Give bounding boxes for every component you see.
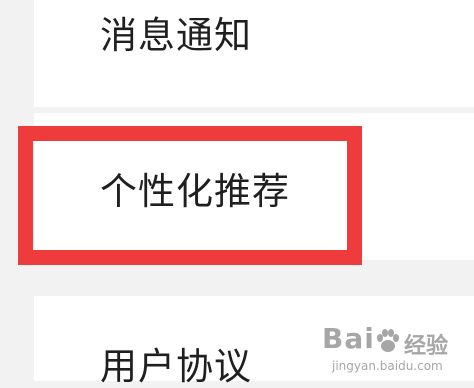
settings-item-notifications[interactable]: 消息通知 xyxy=(34,0,474,107)
settings-item-label: 个性化推荐 xyxy=(100,170,290,213)
settings-item-personalized-recommendation[interactable]: 个性化推荐 xyxy=(34,113,474,260)
watermark-domain-text: jingyan.baidu.com xyxy=(332,359,443,373)
settings-item-label: 用户协议 xyxy=(100,345,252,388)
watermark-logo-text: Bai xyxy=(322,322,375,355)
paw-icon xyxy=(377,329,399,352)
watermark-brand-text: 经验 xyxy=(404,334,449,359)
settings-item-label: 消息通知 xyxy=(100,14,252,57)
baidu-jingyan-watermark: Bai 经验 jingyan.baidu.com xyxy=(322,322,470,378)
